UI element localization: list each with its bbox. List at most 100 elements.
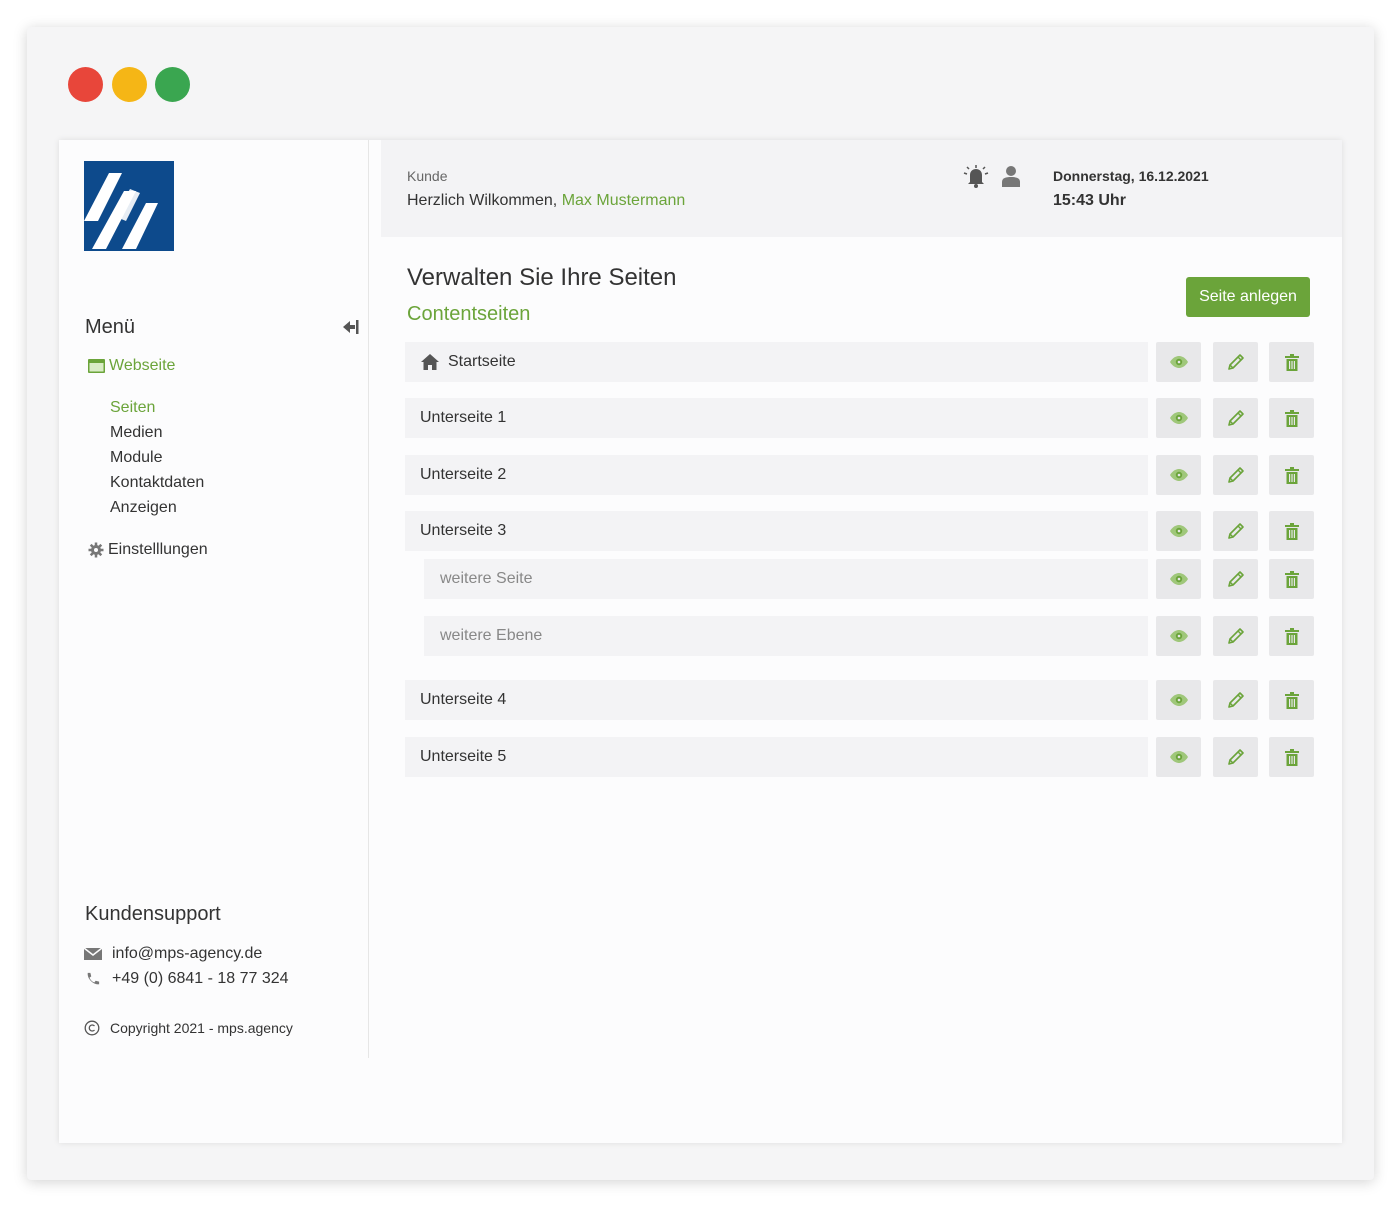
copyright: Copyright 2021 - mps.agency: [84, 1020, 293, 1036]
support-email-text: info@mps-agency.de: [112, 945, 263, 962]
trash-icon: [1284, 570, 1299, 588]
trash-icon: [1284, 627, 1299, 645]
trash-icon: [1284, 691, 1299, 709]
page-title: Verwalten Sie Ihre Seiten: [407, 264, 677, 291]
page-row-label: Startseite: [448, 353, 516, 370]
view-page-button[interactable]: [1156, 342, 1201, 382]
support-phone[interactable]: +49 (0) 6841 - 18 77 324: [84, 970, 289, 988]
page-row-label: weitere Ebene: [440, 627, 543, 644]
pencil-icon: [1227, 748, 1245, 766]
page-row-label: Unterseite 3: [420, 522, 507, 539]
eye-icon: [1169, 468, 1189, 482]
pencil-icon: [1227, 353, 1245, 371]
gear-icon: [88, 542, 104, 558]
page-row-label: Unterseite 2: [420, 466, 507, 483]
pencil-icon: [1227, 570, 1245, 588]
nav-group-einstellungen[interactable]: Einstelllungen: [88, 541, 208, 559]
eye-icon: [1169, 629, 1189, 643]
sidebar-item-medien[interactable]: Medien: [110, 424, 162, 442]
delete-page-button[interactable]: [1269, 559, 1314, 599]
delete-page-button[interactable]: [1269, 398, 1314, 438]
view-page-button[interactable]: [1156, 616, 1201, 656]
close-window-dot[interactable]: [68, 67, 103, 102]
delete-page-button[interactable]: [1269, 680, 1314, 720]
edit-page-button[interactable]: [1213, 455, 1258, 495]
eye-icon: [1169, 750, 1189, 764]
user-name[interactable]: Max Mustermann: [562, 192, 686, 209]
page-row-label: Unterseite 4: [420, 691, 507, 708]
eye-icon: [1169, 411, 1189, 425]
support-title: Kundensupport: [85, 903, 221, 925]
delete-page-button[interactable]: [1269, 616, 1314, 656]
view-page-button[interactable]: [1156, 680, 1201, 720]
edit-page-button[interactable]: [1213, 680, 1258, 720]
minimize-window-dot[interactable]: [112, 67, 147, 102]
page-row[interactable]: Unterseite 2: [405, 455, 1148, 495]
kunde-label: Kunde: [407, 168, 448, 184]
section-title: Contentseiten: [407, 303, 531, 325]
eye-icon: [1169, 524, 1189, 538]
sidebar-item-kontaktdaten[interactable]: Kontaktdaten: [110, 474, 204, 492]
trash-icon: [1284, 522, 1299, 540]
view-page-button[interactable]: [1156, 398, 1201, 438]
view-page-button[interactable]: [1156, 511, 1201, 551]
trash-icon: [1284, 748, 1299, 766]
app-container: Menü Webseite Seiten Medien Module Konta…: [59, 140, 1342, 1143]
company-logo: [84, 161, 174, 251]
trash-icon: [1284, 353, 1299, 371]
page-row[interactable]: Startseite: [405, 342, 1148, 382]
view-page-button[interactable]: [1156, 455, 1201, 495]
collapse-sidebar-icon[interactable]: [342, 319, 360, 335]
maximize-window-dot[interactable]: [155, 67, 190, 102]
edit-page-button[interactable]: [1213, 616, 1258, 656]
top-bar: Kunde Herzlich Wilkommen, Max Mustermann: [381, 140, 1342, 237]
current-time: 15:43 Uhr: [1053, 192, 1126, 209]
pencil-icon: [1227, 627, 1245, 645]
page-row-label: Unterseite 5: [420, 748, 507, 765]
create-page-button[interactable]: Seite anlegen: [1186, 277, 1310, 317]
eye-icon: [1169, 693, 1189, 707]
copyright-icon: [84, 1020, 100, 1036]
delete-page-button[interactable]: [1269, 511, 1314, 551]
bell-icon[interactable]: [963, 165, 989, 189]
welcome-message: Herzlich Wilkommen, Max Mustermann: [407, 192, 685, 210]
pencil-icon: [1227, 409, 1245, 427]
main-content: Kunde Herzlich Wilkommen, Max Mustermann: [381, 140, 1342, 1143]
phone-icon: [87, 972, 100, 985]
page-row[interactable]: Unterseite 5: [405, 737, 1148, 777]
sidebar-item-module[interactable]: Module: [110, 449, 162, 467]
eye-icon: [1169, 355, 1189, 369]
current-date: Donnerstag, 16.12.2021: [1053, 168, 1209, 184]
support-phone-text: +49 (0) 6841 - 18 77 324: [112, 970, 289, 987]
sidebar-item-anzeigen[interactable]: Anzeigen: [110, 499, 177, 517]
view-page-button[interactable]: [1156, 559, 1201, 599]
eye-icon: [1169, 572, 1189, 586]
nav-group-label: Einstelllungen: [108, 541, 208, 558]
edit-page-button[interactable]: [1213, 737, 1258, 777]
page-row[interactable]: weitere Ebene: [424, 616, 1148, 656]
nav-group-webseite[interactable]: Webseite: [88, 357, 175, 375]
edit-page-button[interactable]: [1213, 559, 1258, 599]
support-email[interactable]: info@mps-agency.de: [84, 945, 262, 963]
edit-page-button[interactable]: [1213, 398, 1258, 438]
page-row[interactable]: Unterseite 4: [405, 680, 1148, 720]
nav-group-label: Webseite: [109, 357, 176, 374]
copyright-text: Copyright 2021 - mps.agency: [110, 1020, 293, 1036]
edit-page-button[interactable]: [1213, 511, 1258, 551]
pencil-icon: [1227, 522, 1245, 540]
page-row[interactable]: weitere Seite: [424, 559, 1148, 599]
edit-page-button[interactable]: [1213, 342, 1258, 382]
page-row-label: weitere Seite: [440, 570, 533, 587]
delete-page-button[interactable]: [1269, 737, 1314, 777]
view-page-button[interactable]: [1156, 737, 1201, 777]
delete-page-button[interactable]: [1269, 342, 1314, 382]
page-row[interactable]: Unterseite 1: [405, 398, 1148, 438]
welcome-prefix: Herzlich Wilkommen,: [407, 192, 558, 209]
house-icon: [420, 353, 440, 371]
sidebar-item-seiten[interactable]: Seiten: [110, 399, 155, 417]
envelope-icon: [84, 947, 102, 960]
browser-window-icon: [88, 359, 105, 373]
page-row[interactable]: Unterseite 3: [405, 511, 1148, 551]
user-icon[interactable]: [1001, 165, 1021, 187]
delete-page-button[interactable]: [1269, 455, 1314, 495]
